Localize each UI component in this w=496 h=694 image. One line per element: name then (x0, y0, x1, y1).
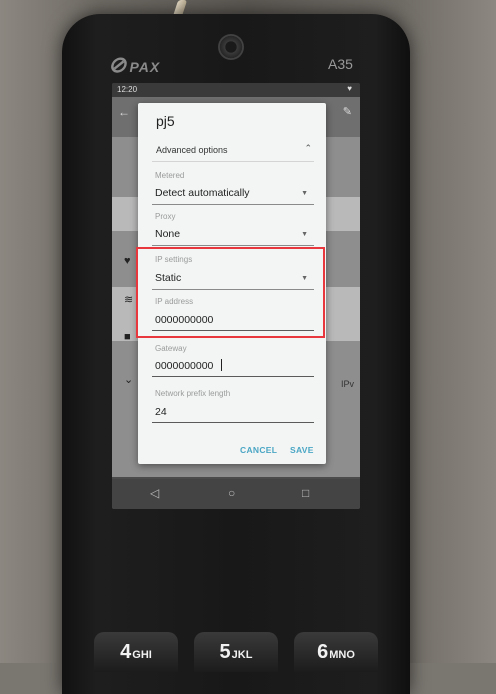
model-label: A35 (328, 56, 353, 72)
background-text: IPv (340, 379, 354, 389)
gateway-label: Gateway (155, 344, 187, 353)
back-arrow-icon[interactable]: ← (118, 105, 130, 119)
gateway-input[interactable]: 0000000000 (155, 360, 213, 372)
divider (152, 161, 314, 162)
dropdown-arrow-icon[interactable]: ▼ (301, 190, 308, 197)
dialog-title: pj5 (156, 113, 175, 129)
proxy-select[interactable]: None (155, 228, 180, 240)
gateway-underline (152, 376, 314, 377)
edit-pencil-icon[interactable]: ✎ (343, 105, 352, 118)
cancel-button[interactable]: CANCEL (240, 445, 277, 455)
keypad-key-6[interactable]: 6MNO (294, 632, 378, 672)
wifi-icon: ≋ (124, 294, 134, 306)
nav-back-icon[interactable]: ◁ (150, 486, 159, 500)
metered-underline (152, 204, 314, 205)
navigation-bar: ◁ ○ □ (112, 479, 360, 509)
advanced-options-toggle[interactable]: Advanced options (156, 145, 228, 155)
highlight-box (136, 247, 325, 338)
camera-lens (218, 34, 244, 60)
brand-logo: ⊘ PAX (108, 52, 161, 77)
proxy-underline (152, 245, 314, 246)
text-caret (221, 359, 222, 371)
proxy-label: Proxy (155, 212, 176, 221)
nav-recents-icon[interactable]: □ (302, 486, 309, 500)
dropdown-arrow-icon[interactable]: ▼ (301, 231, 308, 238)
lock-icon: ■ (124, 331, 131, 343)
prefix-length-underline (152, 422, 314, 423)
keypad-key-4[interactable]: 4GHI (94, 632, 178, 672)
save-button[interactable]: SAVE (290, 445, 314, 455)
chevron-down-icon: ⌄ (124, 374, 134, 386)
nav-home-icon[interactable]: ○ (228, 486, 235, 500)
prefix-length-label: Network prefix length (155, 389, 231, 398)
metered-select[interactable]: Detect automatically (155, 187, 250, 199)
status-time: 12:20 (117, 85, 138, 94)
prefix-length-input[interactable]: 24 (155, 406, 167, 418)
chevron-up-icon[interactable]: ⌃ (304, 143, 312, 154)
heart-icon: ♥ (347, 84, 352, 93)
heart-icon: ♥ (124, 255, 131, 267)
status-bar: 12:20 ♥ (112, 83, 360, 97)
keypad-key-5[interactable]: 5JKL (194, 632, 278, 672)
metered-label: Metered (155, 171, 185, 180)
